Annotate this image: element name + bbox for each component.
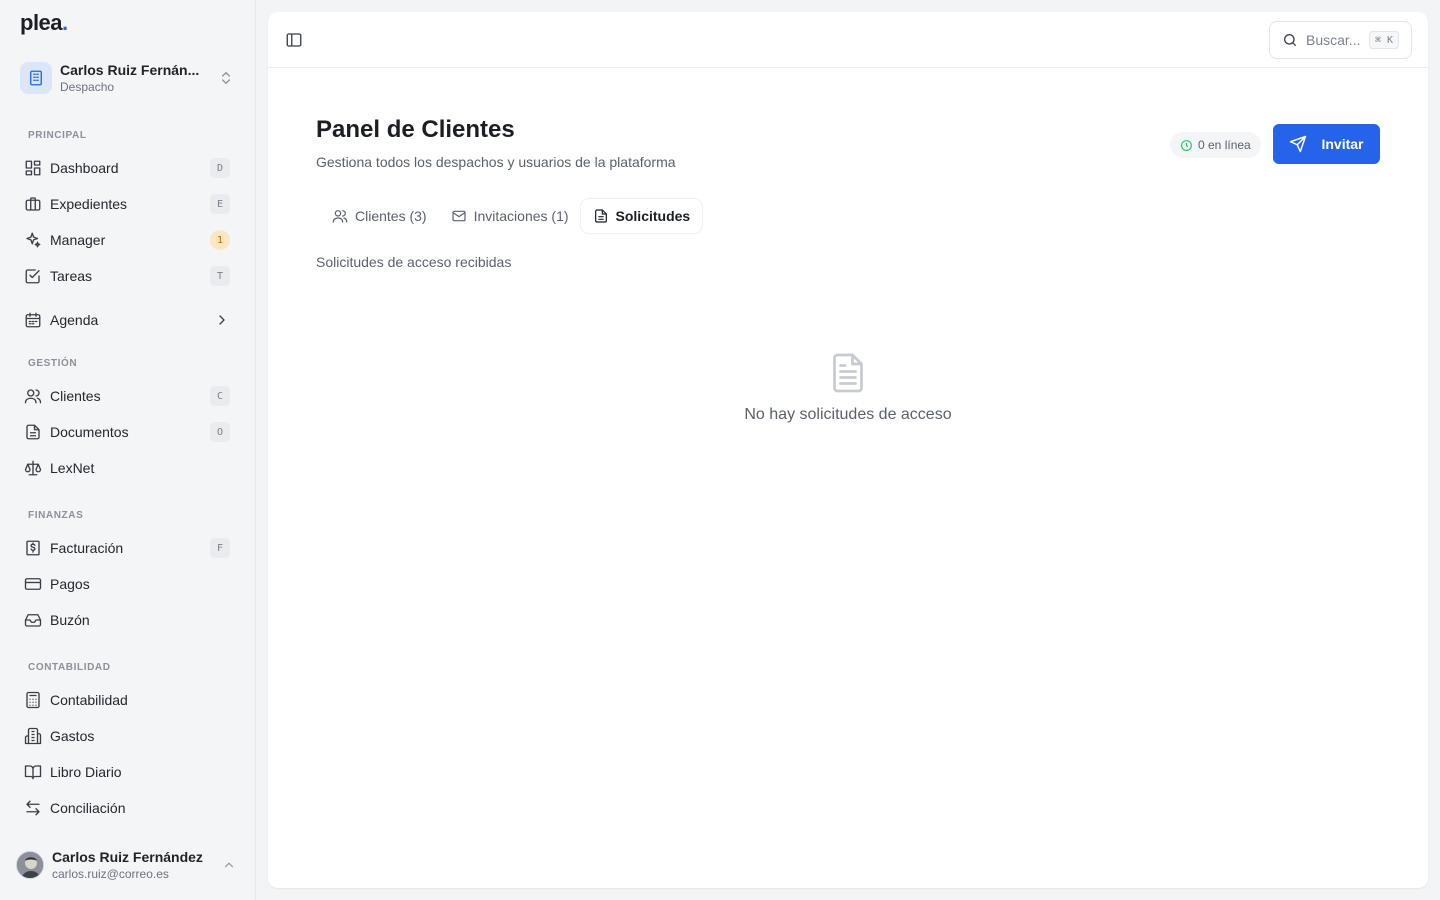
sidebar-item-manager[interactable]: Manager 1 xyxy=(18,224,238,256)
empty-state-text: No hay solicitudes de acceso xyxy=(744,406,952,423)
sidebar-item-buzon[interactable]: Buzón xyxy=(18,604,238,636)
calendar-icon xyxy=(25,312,41,328)
sidebar-item-agenda[interactable]: Agenda xyxy=(18,304,238,336)
inbox-icon xyxy=(24,614,42,627)
brand-logo[interactable]: plea. xyxy=(20,10,68,36)
calculator-icon xyxy=(26,691,40,709)
section-label-gestion: GESTIÓN xyxy=(28,358,78,369)
search-shortcut: ⌘ K xyxy=(1368,31,1399,49)
empty-state: No hay solicitudes de acceso xyxy=(268,352,1428,424)
clock-icon xyxy=(1181,139,1192,151)
send-icon xyxy=(1290,135,1307,153)
sidebar-item-clientes[interactable]: Clientes C xyxy=(18,380,238,412)
users-icon xyxy=(24,389,42,404)
shortcut-key: C xyxy=(210,386,230,406)
tabs: Clientes (3) Invitaciones (1) Solicitude… xyxy=(320,198,703,234)
sidebar-item-dashboard[interactable]: Dashboard D xyxy=(18,152,238,184)
section-description: Solicitudes de acceso recibidas xyxy=(316,254,512,270)
sidebar-item-contabilidad[interactable]: Contabilidad xyxy=(18,684,238,716)
section-label-contabilidad: CONTABILIDAD xyxy=(28,662,111,673)
sidebar: plea. Carlos Ruiz Fernán... Despacho PRI… xyxy=(0,0,256,900)
online-status-badge: 0 en línea xyxy=(1170,132,1261,158)
check-square-icon xyxy=(25,269,40,284)
book-icon xyxy=(24,765,42,780)
sidebar-item-tareas[interactable]: Tareas T xyxy=(18,260,238,292)
sidebar-item-gastos[interactable]: Gastos xyxy=(18,720,238,752)
main-panel: Buscar... ⌘ K Panel de Clientes Gestiona… xyxy=(268,12,1428,888)
sidebar-item-libro-diario[interactable]: Libro Diario xyxy=(18,756,238,788)
document-icon xyxy=(594,209,607,223)
sidebar-item-conciliacion[interactable]: Conciliación xyxy=(18,792,238,824)
building-icon xyxy=(20,62,52,94)
chevron-right-icon xyxy=(219,315,225,325)
credit-card-icon xyxy=(24,578,42,590)
tab-clientes[interactable]: Clientes (3) xyxy=(320,199,439,233)
users-icon xyxy=(332,210,348,223)
section-label-finanzas: FINANZAS xyxy=(28,510,84,521)
tab-solicitudes[interactable]: Solicitudes xyxy=(580,199,703,233)
shortcut-key: D xyxy=(210,158,230,178)
sidebar-item-facturacion[interactable]: Facturación F xyxy=(18,532,238,564)
scale-icon xyxy=(24,460,42,476)
notification-badge: 1 xyxy=(210,230,230,250)
search-input[interactable]: Buscar... ⌘ K xyxy=(1269,21,1412,59)
tab-invitaciones[interactable]: Invitaciones (1) xyxy=(439,199,581,233)
page-title: Panel de Clientes xyxy=(316,116,515,143)
shortcut-key: T xyxy=(210,266,230,286)
topbar: Buscar... ⌘ K xyxy=(268,12,1428,68)
arrows-icon xyxy=(26,800,40,816)
document-icon xyxy=(833,353,863,393)
workspace-switcher[interactable]: Carlos Ruiz Fernán... Despacho xyxy=(18,56,240,100)
sidebar-item-lexnet[interactable]: LexNet xyxy=(18,452,238,484)
sidebar-item-documentos[interactable]: Documentos O xyxy=(18,416,238,448)
search-icon xyxy=(1284,34,1296,46)
chevron-up-icon xyxy=(224,862,234,868)
search-placeholder: Buscar... xyxy=(1306,32,1361,48)
shortcut-key: F xyxy=(210,538,230,558)
avatar xyxy=(16,851,44,879)
workspace-type: Despacho xyxy=(60,80,115,94)
mail-icon xyxy=(451,210,466,222)
shortcut-key: E xyxy=(210,194,230,214)
section-label-principal: PRINCIPAL xyxy=(28,130,87,141)
user-name: Carlos Ruiz Fernández xyxy=(52,849,203,865)
workspace-name: Carlos Ruiz Fernán... xyxy=(60,62,200,78)
panel-left-icon xyxy=(286,33,302,47)
briefcase-icon xyxy=(25,197,41,211)
dashboard-icon xyxy=(25,160,41,176)
sidebar-toggle-button[interactable] xyxy=(282,28,306,52)
receipt-icon xyxy=(26,540,40,556)
sidebar-item-pagos[interactable]: Pagos xyxy=(18,568,238,600)
chevrons-up-down-icon xyxy=(222,72,230,84)
sparkles-icon xyxy=(26,232,41,248)
user-menu[interactable]: Carlos Ruiz Fernández carlos.ruiz@correo… xyxy=(16,846,242,884)
building-icon xyxy=(24,727,42,745)
shortcut-key: O xyxy=(210,422,230,442)
document-icon xyxy=(26,424,40,440)
sidebar-item-expedientes[interactable]: Expedientes E xyxy=(18,188,238,220)
page-subtitle: Gestiona todos los despachos y usuarios … xyxy=(316,154,676,170)
invite-button[interactable]: Invitar xyxy=(1273,124,1380,164)
user-email: carlos.ruiz@correo.es xyxy=(52,867,169,881)
